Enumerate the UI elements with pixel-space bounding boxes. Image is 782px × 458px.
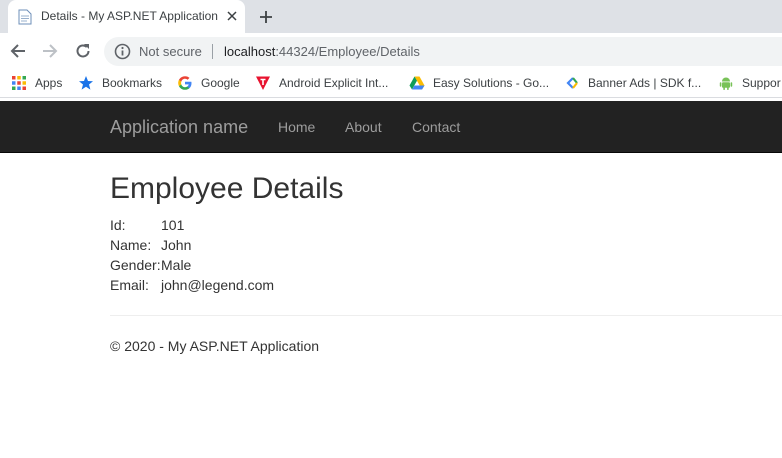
bookmark-apps[interactable]: Apps [11,75,62,91]
page-title: Employee Details [110,172,344,205]
info-icon[interactable] [114,43,131,60]
detail-label: Gender: [110,257,161,273]
detail-value: john@legend.com [161,277,275,293]
bookmark-label: Google [201,76,240,90]
bookmark-bookmarks[interactable]: Bookmarks [78,75,162,91]
bookmarks-bar: Apps Bookmarks Google Android Explicit I… [0,68,782,98]
reload-icon[interactable] [71,39,95,63]
document-icon [18,9,32,25]
detail-value: John [161,237,192,253]
footer-text: © 2020 - My ASP.NET Application [110,338,320,354]
url-text[interactable]: localhost:44324/Employee/Details [224,44,420,59]
bookmark-support[interactable]: Suppor [718,75,781,91]
bookmark-label: Apps [35,76,63,90]
bookmark-easy-solutions[interactable]: Easy Solutions - Go... [409,75,549,91]
drive-icon [409,76,425,90]
bookmark-label: Bookmarks [102,76,163,90]
address-bar[interactable]: Not secure localhost:44324/Employee/Deta… [104,37,782,66]
new-tab-icon[interactable] [254,5,278,29]
security-status[interactable]: Not secure [139,44,202,59]
forward-arrow-icon[interactable] [38,39,62,63]
close-tab-icon[interactable] [222,6,242,26]
back-arrow-icon[interactable] [6,39,30,63]
bookmark-google[interactable]: Google [177,75,240,91]
android-icon [719,77,733,90]
detail-value: Male [161,257,192,273]
bookmark-label: Banner Ads | SDK f... [588,76,702,90]
browser-toolbar: Not secure localhost:44324/Employee/Deta… [0,33,782,68]
red-triangle-icon [256,76,270,90]
nav-contact-link[interactable]: Contact [412,119,460,135]
detail-label: Email: [110,277,149,293]
nav-home-link[interactable]: Home [278,119,315,135]
detail-value: 101 [161,217,185,233]
ads-icon [566,77,578,89]
bookmark-label: Suppor [742,76,781,90]
star-icon [79,76,93,90]
detail-label: Name: [110,237,152,253]
url-path: :44324/Employee/Details [275,44,420,59]
site-navbar: Application name Home About Contact [0,101,782,153]
browser-tab[interactable]: Details - My ASP.NET Application [8,0,245,33]
bookmark-banner-ads[interactable]: Banner Ads | SDK f... [564,75,701,91]
apps-grid-icon [12,76,26,90]
bookmark-label: Easy Solutions - Go... [433,76,550,90]
url-host: localhost [224,44,276,59]
omnibox-divider [212,44,213,59]
browser-tab-strip: Details - My ASP.NET Application [0,0,782,33]
brand-link[interactable]: Application name [110,117,248,138]
bookmark-label: Android Explicit Int... [279,76,389,90]
google-icon [178,76,192,90]
footer-divider [110,315,782,316]
detail-label: Id: [110,217,126,233]
nav-about-link[interactable]: About [345,119,382,135]
tab-title: Details - My ASP.NET Application [41,9,218,23]
bookmark-android-explicit[interactable]: Android Explicit Int... [255,75,388,91]
